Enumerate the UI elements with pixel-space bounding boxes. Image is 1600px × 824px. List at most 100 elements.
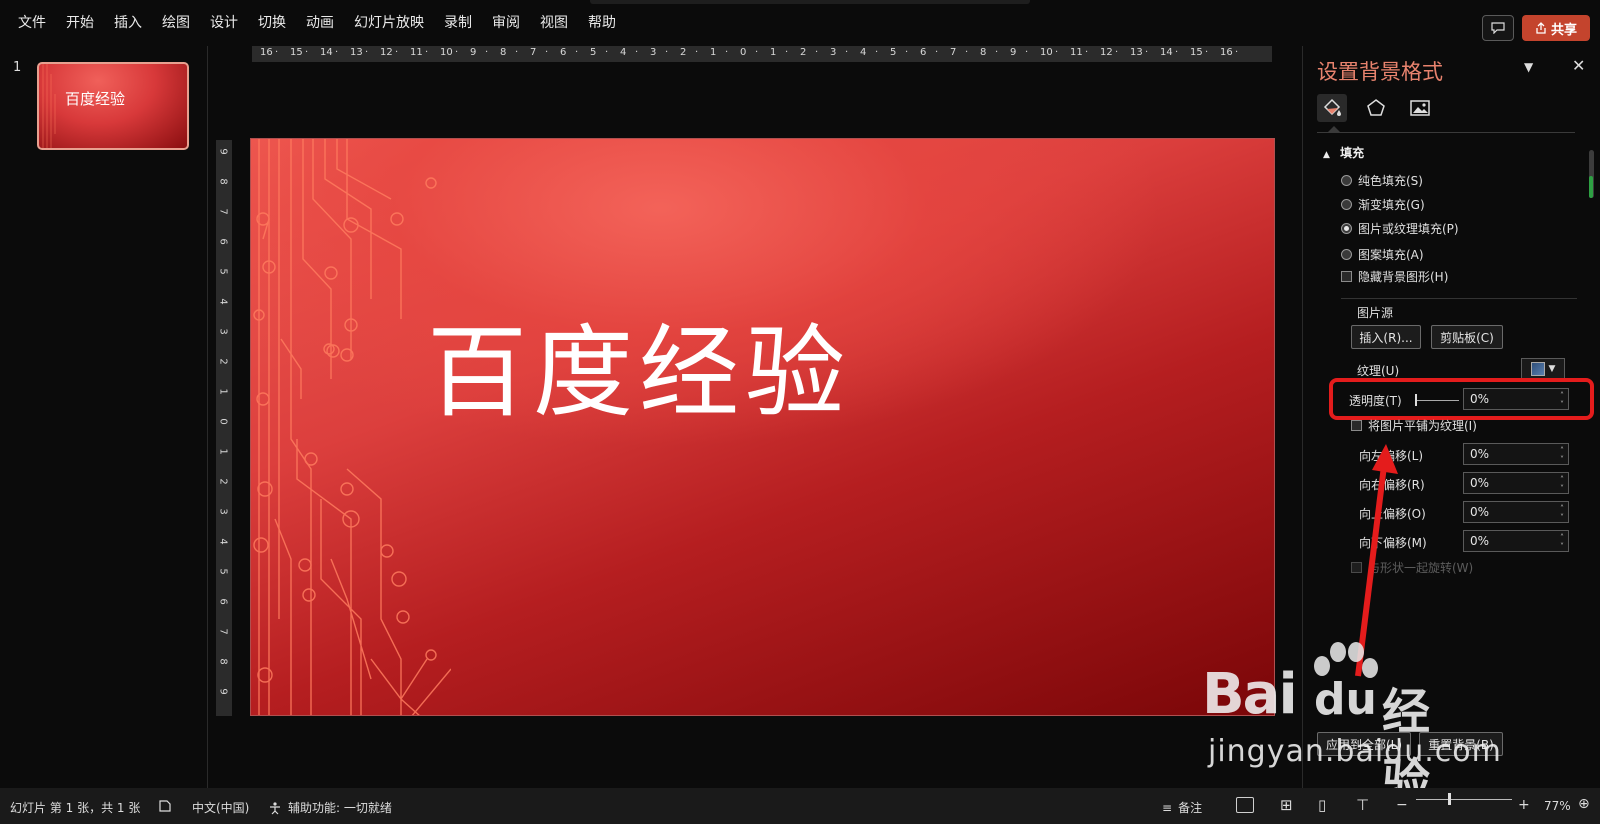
fit-to-window-icon[interactable]: ⊕	[1578, 796, 1590, 812]
gradient-fill-option[interactable]: 渐变填充(G)	[1341, 196, 1425, 213]
tab-help[interactable]: 帮助	[578, 0, 626, 46]
ruler-tick-label: 3	[217, 328, 229, 335]
ruler-tick-label: 13	[1130, 47, 1143, 58]
ruler-tick-label: 4	[217, 298, 229, 305]
ruler-tick-label: 14	[320, 47, 333, 58]
ruler-tick-mark: ·	[935, 47, 939, 58]
ruler-tick-label: 8	[500, 47, 507, 58]
horizontal-ruler[interactable]: 16 · 15 · 14 · 13 · 12 · 11 · 10 · 9 · 8 · 7 · 6 · 5 · 4 · 3 · 2 · 1 · 0…	[252, 46, 1272, 62]
reading-view-icon[interactable]: ▯	[1318, 796, 1326, 814]
ruler-tick-label: 9	[217, 148, 229, 155]
solid-fill-radio[interactable]	[1341, 175, 1352, 186]
share-label: 共享	[1550, 22, 1577, 38]
tab-divider	[1317, 132, 1575, 133]
zoom-slider[interactable]	[1416, 799, 1512, 800]
ruler-tick-label: 14	[1160, 47, 1173, 58]
close-icon[interactable]: ✕	[1572, 56, 1585, 75]
spinner-arrows-icon[interactable]: ˄ ˅	[1560, 446, 1564, 464]
tab-draw[interactable]: 绘图	[152, 0, 200, 46]
ruler-tick-mark: ·	[455, 47, 459, 58]
offset-right-spinner[interactable]: 0% ˄ ˅	[1463, 472, 1569, 494]
ruler-tick-mark: ·	[815, 47, 819, 58]
pattern-fill-radio[interactable]	[1341, 249, 1352, 260]
gradient-fill-radio[interactable]	[1341, 199, 1352, 210]
language-indicator[interactable]: 中文(中国)	[192, 799, 249, 816]
slideshow-icon[interactable]: ⊤	[1356, 796, 1369, 814]
slide-thumbnail[interactable]: 百度经验	[37, 62, 189, 150]
ruler-tick-mark: ·	[845, 47, 849, 58]
share-button[interactable]: 共享	[1522, 15, 1590, 41]
tab-design[interactable]: 设计	[200, 0, 248, 46]
watermark-url: jingyan.baidu.com	[1208, 734, 1502, 769]
ruler-tick-label: 16	[1220, 47, 1233, 58]
tab-animations[interactable]: 动画	[296, 0, 344, 46]
tab-home[interactable]: 开始	[56, 0, 104, 46]
picture-tab[interactable]	[1405, 94, 1435, 122]
tile-checkbox[interactable]	[1351, 420, 1362, 431]
solid-fill-option[interactable]: 纯色填充(S)	[1341, 172, 1423, 189]
slide-sorter-icon[interactable]: ⊞	[1280, 796, 1293, 814]
spinner-arrows-icon[interactable]: ˄ ˅	[1560, 475, 1564, 493]
zoom-out-button[interactable]: −	[1396, 797, 1408, 813]
offset-top-spinner[interactable]: 0% ˄ ˅	[1463, 501, 1569, 523]
spell-check-icon[interactable]	[158, 799, 172, 813]
accessibility-status[interactable]: 辅助功能: 一切就绪	[268, 799, 392, 816]
texture-label: 纹理(U)	[1357, 364, 1400, 378]
ruler-tick-mark: ·	[515, 47, 519, 58]
ruler-tick-label: 1	[217, 448, 229, 455]
image-icon	[1410, 100, 1430, 116]
ruler-tick-label: 2	[800, 47, 807, 58]
circuit-decoration	[253, 139, 451, 715]
effects-tab[interactable]	[1361, 94, 1391, 122]
ruler-tick-mark: ·	[995, 47, 999, 58]
tab-view[interactable]: 视图	[530, 0, 578, 46]
fill-tab[interactable]	[1317, 94, 1347, 122]
ruler-tick-mark: ·	[1235, 47, 1239, 58]
tab-slideshow[interactable]: 幻灯片放映	[344, 0, 434, 46]
notes-button[interactable]: ≡ 备注	[1162, 799, 1202, 816]
tab-transitions[interactable]: 切换	[248, 0, 296, 46]
slide-title[interactable]: 百度经验	[427, 291, 851, 436]
ruler-tick-mark: ·	[725, 47, 729, 58]
spinner-arrows-icon[interactable]: ˄ ˅	[1560, 504, 1564, 522]
picture-fill-radio[interactable]	[1341, 223, 1352, 234]
tab-insert[interactable]: 插入	[104, 0, 152, 46]
spinner-arrows-icon[interactable]: ˄ ˅	[1560, 533, 1564, 551]
solid-fill-label: 纯色填充(S)	[1358, 174, 1423, 188]
insert-picture-button[interactable]: 插入(R)...	[1351, 325, 1421, 349]
pane-options-chevron-icon[interactable]: ▼	[1524, 60, 1533, 74]
picture-fill-option[interactable]: 图片或纹理填充(P)	[1341, 220, 1459, 237]
ruler-tick-label: 3	[650, 47, 657, 58]
ruler-tick-label: 1	[770, 47, 777, 58]
ruler-tick-label: 6	[920, 47, 927, 58]
comments-button[interactable]	[1482, 15, 1514, 41]
tab-review[interactable]: 审阅	[482, 0, 530, 46]
tab-file[interactable]: 文件	[8, 0, 56, 46]
slide-canvas[interactable]: 百度经验	[250, 138, 1275, 716]
notes-icon: ≡	[1162, 800, 1173, 815]
zoom-level[interactable]: 77%	[1544, 799, 1571, 813]
vertical-ruler[interactable]: 9 8 7 6 5 4 3 2 1 0 1 2 3 4 5 6 7 8 9	[216, 140, 232, 716]
slide-counter[interactable]: 幻灯片 第 1 张，共 1 张	[10, 799, 140, 816]
ruler-tick-label: 1	[217, 388, 229, 395]
tile-option[interactable]: 将图片平铺为纹理(I)	[1351, 417, 1477, 434]
texture-dropdown[interactable]: ▼	[1521, 358, 1565, 380]
ruler-tick-mark: ·	[875, 47, 879, 58]
ruler-tick-label: 15	[290, 47, 303, 58]
hide-bg-graphics-option[interactable]: 隐藏背景图形(H)	[1341, 268, 1448, 285]
tab-record[interactable]: 录制	[434, 0, 482, 46]
texture-swatch	[1530, 362, 1545, 376]
clipboard-button[interactable]: 剪贴板(C)	[1431, 325, 1503, 349]
zoom-in-button[interactable]: +	[1518, 797, 1530, 813]
zoom-slider-thumb[interactable]	[1448, 793, 1451, 805]
hide-bg-graphics-checkbox[interactable]	[1341, 271, 1352, 282]
ruler-tick-label: 11	[1070, 47, 1083, 58]
offset-left-spinner[interactable]: 0% ˄ ˅	[1463, 443, 1569, 465]
ruler-tick-mark: ·	[1205, 47, 1209, 58]
ruler-tick-label: 8	[217, 178, 229, 185]
offset-bottom-spinner[interactable]: 0% ˄ ˅	[1463, 530, 1569, 552]
pattern-fill-option[interactable]: 图案填充(A)	[1341, 246, 1424, 263]
normal-view-icon[interactable]	[1236, 797, 1254, 813]
ruler-tick-label: 6	[217, 598, 229, 605]
fill-section-header[interactable]: ▲ 填充	[1323, 144, 1364, 161]
